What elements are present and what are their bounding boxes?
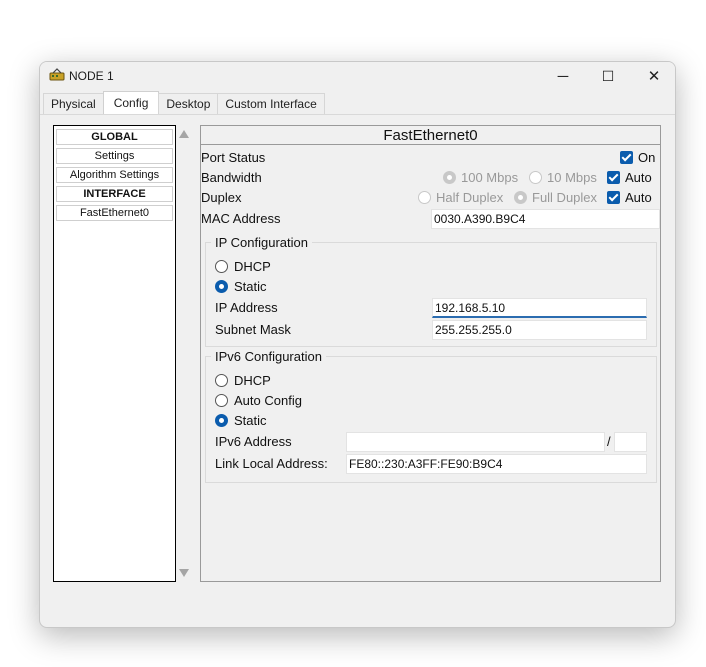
ipv6-auto-config-radio[interactable] bbox=[215, 394, 228, 407]
mac-address-field[interactable]: 0030.A390.B9C4 bbox=[431, 209, 660, 229]
ipv4-static-label: Static bbox=[234, 279, 267, 294]
sidebar-item-algorithm-settings[interactable]: Algorithm Settings bbox=[56, 167, 173, 183]
minimize-button[interactable]: ─ bbox=[540, 62, 586, 90]
sidebar-item-global[interactable]: GLOBAL bbox=[56, 129, 173, 145]
port-status-checkbox[interactable] bbox=[620, 151, 633, 164]
subnet-mask-field[interactable]: 255.255.255.0 bbox=[432, 320, 647, 340]
duplex-full-radio[interactable] bbox=[514, 191, 527, 204]
ip-configuration-group: IP Configuration DHCP Static IP Address … bbox=[205, 235, 657, 347]
tab-divider bbox=[40, 114, 675, 115]
maximize-icon: ☐ bbox=[601, 67, 615, 84]
ip-address-label: IP Address bbox=[215, 300, 278, 315]
title-bar[interactable]: NODE 1 ─ ☐ ✕ bbox=[40, 62, 675, 90]
link-local-label: Link Local Address: bbox=[215, 456, 328, 471]
tab-desktop[interactable]: Desktop bbox=[158, 93, 219, 114]
panel-title: FastEthernet0 bbox=[201, 126, 660, 145]
ipv6-address-label: IPv6 Address bbox=[215, 434, 292, 449]
bandwidth-auto-label: Auto bbox=[625, 170, 652, 185]
duplex-half-radio[interactable] bbox=[418, 191, 431, 204]
close-icon: ✕ bbox=[647, 68, 661, 85]
bandwidth-100-radio[interactable] bbox=[443, 171, 456, 184]
node-window: NODE 1 ─ ☐ ✕ Physical Config Desktop Cus… bbox=[39, 61, 676, 628]
duplex-auto-checkbox[interactable] bbox=[607, 191, 620, 204]
bandwidth-auto-checkbox[interactable] bbox=[607, 171, 620, 184]
mac-address-label: MAC Address bbox=[201, 211, 281, 226]
scroll-up-icon[interactable] bbox=[179, 130, 189, 138]
minimize-icon: ─ bbox=[557, 67, 569, 85]
close-button[interactable]: ✕ bbox=[631, 62, 675, 90]
ipv6-static-radio[interactable] bbox=[215, 414, 228, 427]
ipv6-auto-config-label: Auto Config bbox=[234, 393, 302, 408]
sidebar-item-fastethernet0[interactable]: FastEthernet0 bbox=[56, 205, 173, 221]
sidebar-scrollbar[interactable] bbox=[177, 126, 191, 582]
port-status-label: Port Status bbox=[201, 150, 266, 165]
bandwidth-100-label: 100 Mbps bbox=[461, 170, 519, 185]
ipv6-configuration-title: IPv6 Configuration bbox=[211, 349, 326, 364]
bandwidth-label: Bandwidth bbox=[201, 170, 262, 185]
ipv6-prefix-field[interactable] bbox=[614, 432, 647, 452]
ipv4-dhcp-label: DHCP bbox=[234, 259, 271, 274]
duplex-half-label: Half Duplex bbox=[436, 190, 504, 205]
tab-custom-interface[interactable]: Custom Interface bbox=[217, 93, 325, 114]
ipv6-dhcp-radio[interactable] bbox=[215, 374, 228, 387]
interface-config-panel: FastEthernet0 Port Status On Bandwidth 1… bbox=[200, 125, 661, 582]
ip-configuration-title: IP Configuration bbox=[211, 235, 312, 250]
duplex-label: Duplex bbox=[201, 190, 242, 205]
port-status-on-label: On bbox=[638, 150, 656, 165]
tab-bar: Physical Config Desktop Custom Interface bbox=[43, 91, 325, 114]
window-title: NODE 1 bbox=[69, 69, 114, 83]
ipv4-static-radio[interactable] bbox=[215, 280, 228, 293]
ipv4-dhcp-radio[interactable] bbox=[215, 260, 228, 273]
bandwidth-10-label: 10 Mbps bbox=[547, 170, 597, 185]
tab-physical[interactable]: Physical bbox=[43, 93, 104, 114]
ipv6-address-field[interactable] bbox=[346, 432, 605, 452]
sidebar-item-interface[interactable]: INTERFACE bbox=[56, 186, 173, 202]
subnet-mask-label: Subnet Mask bbox=[215, 322, 291, 337]
ipv6-configuration-group: IPv6 Configuration DHCP Auto Config Stat… bbox=[205, 349, 657, 483]
ipv6-dhcp-label: DHCP bbox=[234, 373, 271, 388]
router-app-icon bbox=[49, 68, 65, 81]
ip-address-field[interactable]: 192.168.5.10 bbox=[432, 298, 647, 318]
duplex-auto-label: Auto bbox=[625, 190, 652, 205]
config-sidebar: GLOBAL Settings Algorithm Settings INTER… bbox=[53, 125, 176, 582]
sidebar-item-settings[interactable]: Settings bbox=[56, 148, 173, 164]
scroll-down-icon[interactable] bbox=[179, 569, 189, 577]
bandwidth-10-radio[interactable] bbox=[529, 171, 542, 184]
prefix-separator: / bbox=[607, 434, 611, 449]
ipv6-static-label: Static bbox=[234, 413, 267, 428]
link-local-field[interactable]: FE80::230:A3FF:FE90:B9C4 bbox=[346, 454, 647, 474]
maximize-button[interactable]: ☐ bbox=[585, 62, 631, 90]
tab-config[interactable]: Config bbox=[102, 91, 160, 114]
duplex-full-label: Full Duplex bbox=[532, 190, 598, 205]
